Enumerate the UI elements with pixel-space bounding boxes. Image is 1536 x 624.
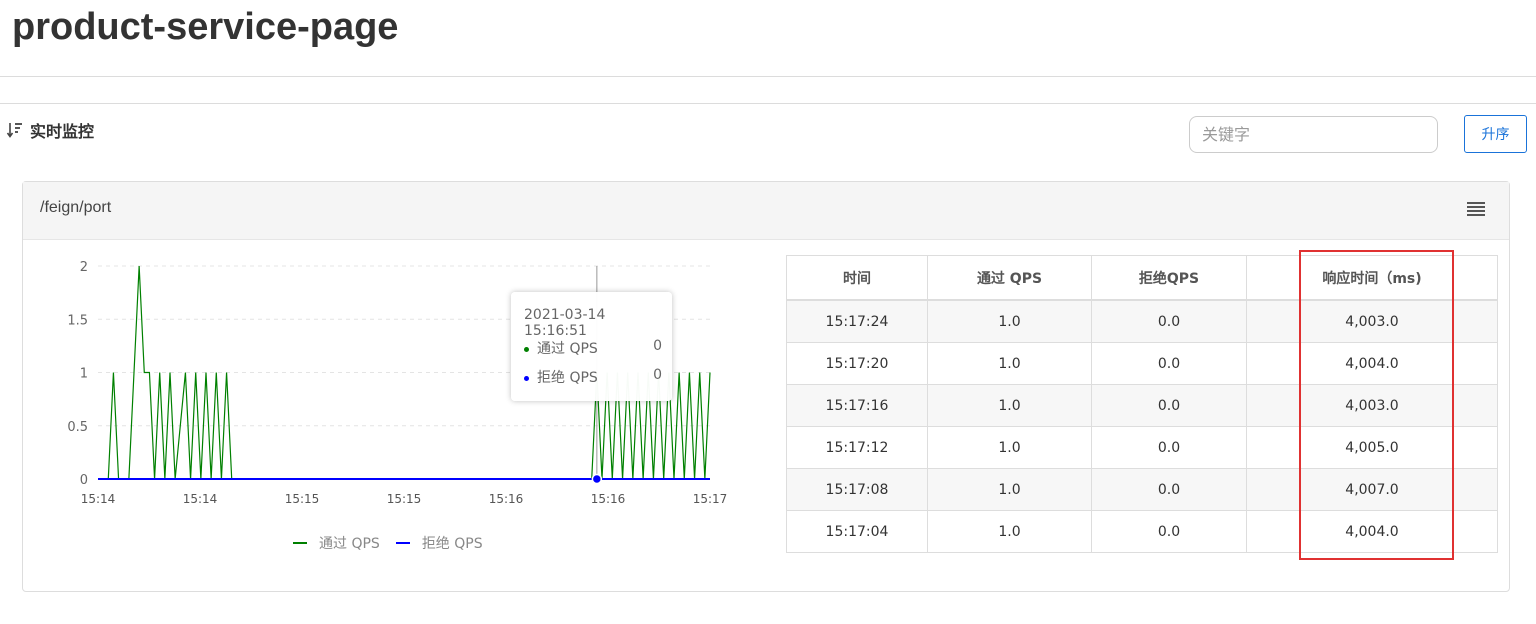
keyword-search-input[interactable] [1189, 116, 1438, 153]
monitor-heading: 实时监控 [6, 118, 94, 142]
page-title: product-service-page [12, 6, 399, 48]
table-cell: 15:17:20 [786, 342, 928, 385]
legend-item-pass[interactable]: 通过 QPS [293, 533, 380, 553]
x-tick-label: 15:16 [489, 492, 524, 506]
table-cell: 1.0 [927, 426, 1092, 469]
table-row: 15:17:20 1.0 0.0 4,004.0 [786, 342, 1498, 385]
legend-item-block[interactable]: 拒绝 QPS [395, 533, 483, 553]
resource-panel: /feign/port 0 0.5 1 1.5 2 15:14 15:14 15:15 15:… [22, 181, 1510, 592]
table-cell: 0.0 [1091, 342, 1247, 385]
legend-label-pass: 通过 QPS [319, 536, 380, 552]
x-axis-labels: 15:14 15:14 15:15 15:15 15:16 15:16 15:17 [81, 492, 728, 506]
column-header-pass-qps: 通过 QPS [927, 255, 1092, 301]
y-axis-labels: 0 0.5 1 1.5 2 [67, 260, 88, 488]
table-cell: 4,003.0 [1246, 299, 1498, 343]
x-tick-label: 15:16 [591, 492, 626, 506]
table-cell: 4,004.0 [1246, 342, 1498, 385]
column-header-block-qps: 拒绝QPS [1091, 255, 1247, 301]
tooltip-label-pass: 通过 QPS [537, 341, 598, 357]
tooltip-value-pass: 0 [653, 338, 662, 354]
y-tick-label: 2 [80, 260, 88, 275]
sort-desc-icon[interactable] [6, 120, 24, 140]
table-cell: 4,003.0 [1246, 384, 1498, 427]
chart-tooltip: 2021-03-14 15:16:51 通过 QPS 0 拒绝 QPS 0 [511, 292, 672, 401]
column-header-time: 时间 [786, 255, 928, 301]
table-header-row: 时间 通过 QPS 拒绝QPS 响应时间（ms) [786, 255, 1498, 301]
hamburger-menu-icon[interactable] [1467, 202, 1485, 218]
tooltip-row-pass: 通过 QPS 0 [524, 338, 662, 358]
table-row: 15:17:08 1.0 0.0 4,007.0 [786, 468, 1498, 511]
table-row: 15:17:04 1.0 0.0 4,004.0 [786, 510, 1498, 553]
panel-header: /feign/port [23, 182, 1509, 240]
tooltip-label-block: 拒绝 QPS [537, 370, 598, 386]
metrics-table: 时间 通过 QPS 拒绝QPS 响应时间（ms) 15:17:24 1.0 0.… [786, 255, 1498, 553]
table-row: 15:17:24 1.0 0.0 4,003.0 [786, 299, 1498, 343]
chart-legend: 通过 QPS 拒绝 QPS [293, 533, 499, 553]
pass-dot-icon [524, 346, 529, 352]
table-cell: 15:17:04 [786, 510, 928, 553]
y-tick-label: 1.5 [67, 313, 88, 328]
resource-name: /feign/port [40, 199, 112, 216]
legend-line-icon [293, 542, 307, 544]
table-cell: 1.0 [927, 468, 1092, 511]
column-header-response-time: 响应时间（ms) [1246, 255, 1498, 301]
table-cell: 1.0 [927, 342, 1092, 385]
table-cell: 1.0 [927, 510, 1092, 553]
table-cell: 0.0 [1091, 510, 1247, 553]
header-divider [0, 76, 1536, 77]
block-dot-icon [524, 375, 529, 381]
x-tick-label: 15:15 [387, 492, 422, 506]
table-cell: 4,007.0 [1246, 468, 1498, 511]
ascending-sort-button[interactable]: 升序 [1464, 115, 1527, 153]
table-cell: 15:17:08 [786, 468, 928, 511]
table-cell: 0.0 [1091, 468, 1247, 511]
table-cell: 15:17:24 [786, 299, 928, 343]
legend-line-icon [395, 542, 410, 544]
table-row: 15:17:16 1.0 0.0 4,003.0 [786, 384, 1498, 427]
table-cell: 15:17:16 [786, 384, 928, 427]
x-tick-label: 15:17 [693, 492, 728, 506]
table-cell: 0.0 [1091, 299, 1247, 343]
legend-label-block: 拒绝 QPS [421, 536, 483, 552]
x-tick-label: 15:15 [285, 492, 320, 506]
table-cell: 4,005.0 [1246, 426, 1498, 469]
y-tick-label: 1 [80, 367, 88, 382]
section-divider [0, 103, 1536, 104]
table-row: 15:17:12 1.0 0.0 4,005.0 [786, 426, 1498, 469]
table-cell: 4,004.0 [1246, 510, 1498, 553]
table-cell: 1.0 [927, 384, 1092, 427]
tooltip-value-block: 0 [653, 367, 662, 383]
tooltip-row-block: 拒绝 QPS 0 [524, 367, 662, 387]
hover-point [591, 473, 603, 485]
table-cell: 0.0 [1091, 384, 1247, 427]
table-cell: 0.0 [1091, 426, 1247, 469]
table-cell: 1.0 [927, 299, 1092, 343]
table-cell: 15:17:12 [786, 426, 928, 469]
y-tick-label: 0 [80, 473, 88, 488]
x-tick-label: 15:14 [183, 492, 218, 506]
tooltip-title: 2021-03-14 15:16:51 [524, 307, 606, 339]
y-tick-label: 0.5 [67, 420, 88, 435]
monitor-title: 实时监控 [30, 124, 95, 141]
x-tick-label: 15:14 [81, 492, 116, 506]
